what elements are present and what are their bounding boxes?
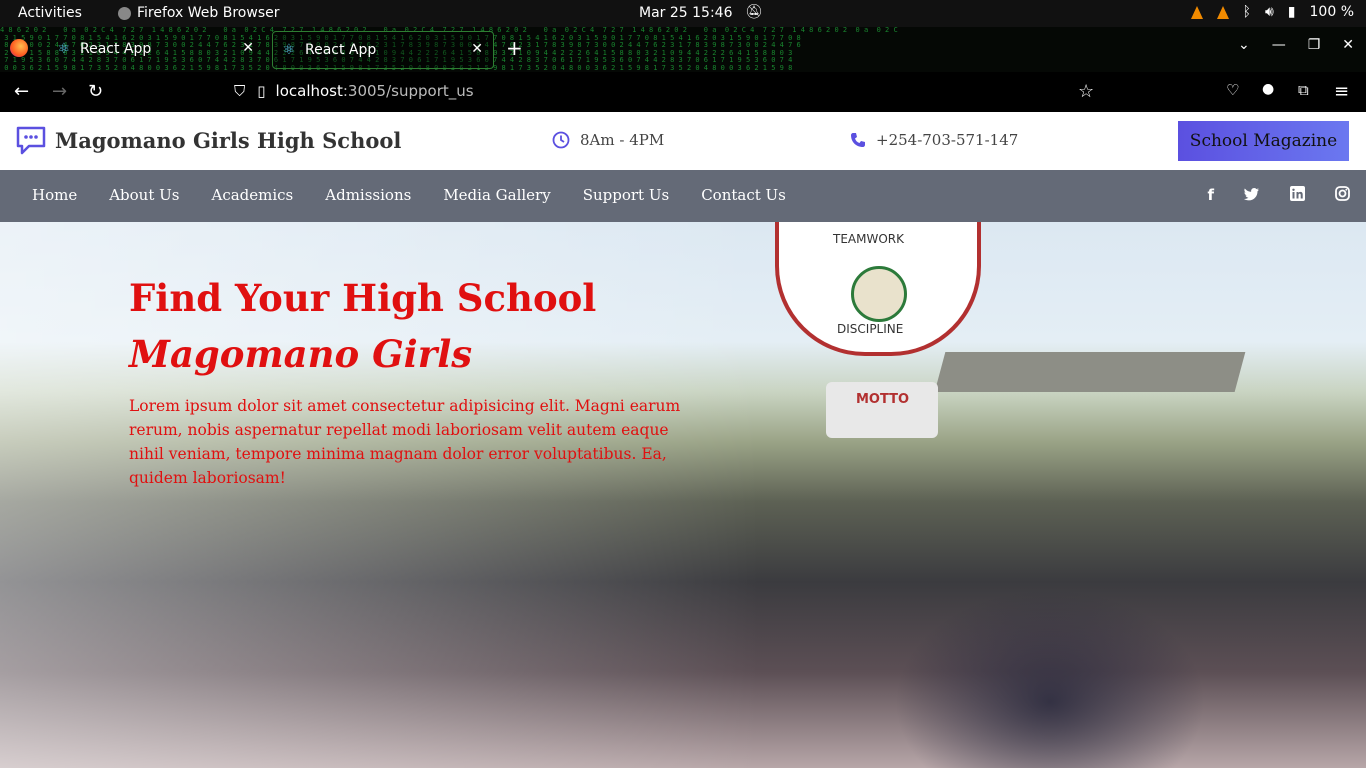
url-host: localhost (275, 82, 343, 100)
nav-support-us[interactable]: Support Us (583, 186, 669, 204)
pocket-icon[interactable]: ♡ (1226, 81, 1239, 99)
twitter-icon[interactable] (1244, 186, 1260, 202)
tab-title: React App (305, 42, 377, 58)
phone-contact: +254-703-571-147 (850, 131, 1018, 149)
nav-about-us[interactable]: About Us (109, 186, 179, 204)
motto-sign-text: MOTTO (856, 392, 910, 407)
chat-logo-icon (16, 126, 46, 155)
clock[interactable]: Mar 25 15:46 (639, 5, 732, 21)
app-menu[interactable]: Firefox Web Browser (118, 5, 280, 21)
url-path: :3005/support_us (342, 82, 474, 100)
phone-number: +254-703-571-147 (876, 131, 1019, 149)
tab-bar: 4 8 6 2 0 2 0 a 0 2 C 4 7 2 7 1 4 8 6 2 … (0, 27, 1366, 72)
phone-icon (851, 133, 865, 147)
nav-academics[interactable]: Academics (211, 186, 293, 204)
facebook-icon[interactable]: f (1207, 186, 1214, 204)
system-top-bar: Activities Firefox Web Browser Mar 25 15… (0, 0, 1366, 27)
close-tab-icon[interactable]: ✕ (471, 41, 483, 57)
school-magazine-button[interactable]: School Magazine (1178, 121, 1349, 161)
tab-title: React App (80, 41, 152, 57)
tab-react-app-1[interactable]: ⚛ React App ✕ (48, 31, 264, 67)
activities-button[interactable]: Activities (18, 5, 82, 21)
site-header: Magomano Girls High School 8Am - 4PM +25… (0, 112, 1366, 170)
volume-icon: 🔊︎ (1264, 4, 1274, 20)
nav-admissions[interactable]: Admissions (325, 186, 411, 204)
nav-contact-us[interactable]: Contact Us (701, 186, 786, 204)
window-controls: ⌄ — ❐ ✕ (1238, 37, 1354, 53)
motto-sign: MOTTO (826, 382, 938, 438)
building-roof (934, 352, 1246, 392)
linkedin-icon[interactable] (1290, 186, 1305, 201)
list-tabs-icon[interactable]: ⌄ (1238, 37, 1250, 53)
vlc-icon-2[interactable] (1216, 5, 1229, 19)
nav-home[interactable]: Home (32, 186, 77, 204)
back-icon[interactable]: ← (14, 81, 29, 102)
minimize-icon[interactable]: — (1272, 37, 1286, 53)
firefox-view-icon[interactable] (10, 39, 28, 57)
vlc-icon[interactable] (1190, 5, 1203, 19)
forward-icon[interactable]: → (52, 81, 67, 102)
bookmark-star-icon[interactable]: ☆ (1078, 81, 1094, 102)
new-tab-icon[interactable]: + (506, 36, 523, 60)
main-navigation: Home About Us Academics Admissions Media… (0, 170, 1366, 222)
menu-icon[interactable]: ≡ (1334, 81, 1349, 102)
react-icon: ⚛ (282, 42, 296, 58)
close-window-icon[interactable]: ✕ (1342, 37, 1354, 53)
battery-icon: ▮ (1287, 4, 1296, 20)
navigation-toolbar: ← → ↻ ⛉ ▯ localhost:3005/support_us ☆ ♡ … (0, 72, 1366, 112)
app-name: Firefox Web Browser (137, 5, 280, 21)
nav-links: Home About Us Academics Admissions Media… (32, 186, 786, 204)
hero-banner: TEAMWORK DISCIPLINE MOTTO Find Your High… (0, 222, 1366, 768)
notifications-muted-icon: 🔕︎ (745, 4, 763, 20)
hero-description: Lorem ipsum dolor sit amet consectetur a… (129, 397, 681, 487)
crest-top-text: TEAMWORK (833, 232, 904, 246)
opening-hours: 8Am - 4PM (552, 131, 664, 149)
hero-subheading: Magomano Girls (129, 332, 473, 376)
social-links: f (1207, 186, 1350, 204)
url-bar[interactable]: ⛉ ▯ localhost:3005/support_us (234, 82, 474, 100)
brand[interactable]: Magomano Girls High School (15, 124, 401, 156)
hero-heading: Find Your High School (129, 276, 597, 320)
extensions-icon[interactable]: ⧉ (1298, 81, 1309, 99)
tab-react-app-2[interactable]: ⚛ React App ✕ (272, 31, 494, 69)
system-tray[interactable]: ᛒ 🔊︎ ▮ 100 % (1190, 4, 1354, 20)
nav-media-gallery[interactable]: Media Gallery (443, 186, 550, 204)
school-name: Magomano Girls High School (55, 127, 402, 153)
clock-icon (552, 131, 570, 149)
crest-bottom-text: DISCIPLINE (837, 322, 904, 336)
instagram-icon[interactable] (1335, 186, 1350, 201)
page-info-icon[interactable]: ▯ (257, 82, 265, 100)
crest-book-emblem (851, 266, 907, 322)
bluetooth-icon: ᛒ (1242, 4, 1251, 20)
maximize-icon[interactable]: ❐ (1308, 37, 1321, 53)
firefox-icon (118, 6, 131, 20)
close-tab-icon[interactable]: ✕ (242, 40, 254, 56)
battery-level: 100 % (1309, 4, 1354, 20)
hours-text: 8Am - 4PM (580, 131, 665, 149)
web-page: Magomano Girls High School 8Am - 4PM +25… (0, 112, 1366, 768)
reload-icon[interactable]: ↻ (88, 81, 103, 102)
extension-icon[interactable]: ● (1262, 81, 1274, 97)
school-crest: TEAMWORK DISCIPLINE (775, 222, 981, 356)
react-icon: ⚛ (57, 41, 71, 57)
shield-icon[interactable]: ⛉ (234, 82, 245, 100)
